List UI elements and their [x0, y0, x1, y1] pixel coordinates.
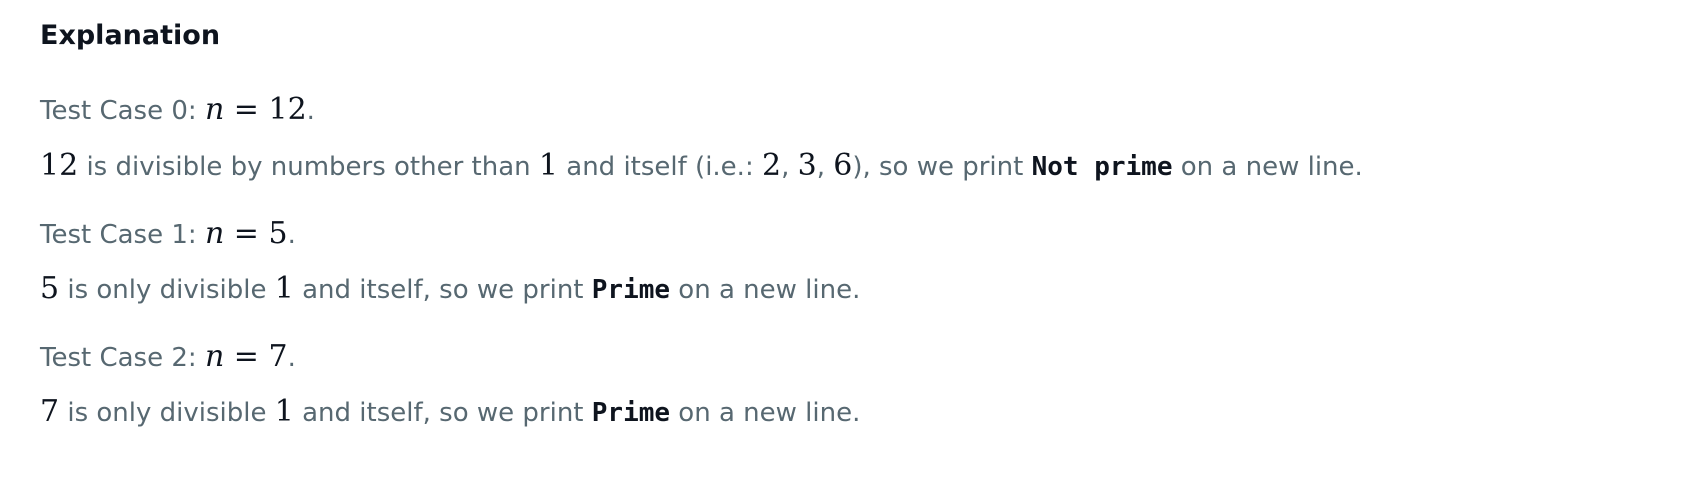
math-equals: =: [224, 339, 269, 374]
math-variable: n: [204, 92, 225, 127]
code-output: Prime: [591, 275, 671, 305]
math-equals: =: [224, 92, 269, 127]
math-divisor: 2: [761, 148, 782, 183]
explanation-text: and itself, so we print: [293, 275, 592, 305]
period: .: [287, 220, 296, 250]
explanation-text: and itself, so we print: [293, 398, 592, 428]
explanation-section: Explanation Test Case 0: n = 12. 12 is d…: [40, 16, 1676, 429]
test-case-1-title: Test Case 1: n = 5.: [40, 214, 296, 254]
explanation-text: on a new line.: [670, 398, 861, 428]
test-case-0-title: Test Case 0: n = 12.: [40, 90, 315, 130]
math-variable: n: [204, 216, 225, 251]
test-case-1-explanation: 5 is only divisible 1 and itself, so we …: [40, 269, 860, 309]
math-divisor: 6: [833, 148, 853, 183]
math-variable: n: [204, 339, 225, 374]
explanation-text: is only divisible: [59, 398, 275, 428]
explanation-text: on a new line.: [1172, 152, 1363, 182]
math-value: 5: [268, 216, 288, 251]
math-number: 1: [538, 148, 558, 183]
test-case-0-explanation: 12 is divisible by numbers other than 1 …: [40, 146, 1363, 186]
explanation-text: and itself (i.e.:: [558, 152, 762, 182]
code-output: Not prime: [1031, 152, 1173, 182]
math-number: 7: [40, 394, 60, 429]
explanation-text: on a new line.: [670, 275, 861, 305]
test-case-2-explanation: 7 is only divisible 1 and itself, so we …: [40, 392, 860, 432]
period: .: [306, 96, 315, 126]
test-case-2-title: Test Case 2: n = 7.: [40, 337, 296, 377]
comma: ,: [781, 152, 798, 182]
math-number: 1: [274, 271, 294, 306]
explanation-text: ), so we print: [852, 152, 1032, 182]
period: .: [287, 343, 296, 373]
test-case-label: Test Case 1:: [40, 220, 205, 250]
math-value: 12: [268, 92, 307, 127]
math-value: 7: [268, 339, 288, 374]
test-case-label: Test Case 2:: [40, 343, 205, 373]
math-equals: =: [224, 216, 269, 251]
explanation-text: is only divisible: [59, 275, 275, 305]
math-number: 1: [274, 394, 294, 429]
math-divisor: 3: [797, 148, 817, 183]
math-number: 12: [40, 148, 79, 183]
test-case-label: Test Case 0:: [40, 96, 205, 126]
explanation-text: is divisible by numbers other than: [78, 152, 539, 182]
comma: ,: [816, 152, 834, 182]
math-number: 5: [40, 271, 60, 306]
code-output: Prime: [591, 398, 671, 428]
section-heading: Explanation: [40, 20, 221, 51]
